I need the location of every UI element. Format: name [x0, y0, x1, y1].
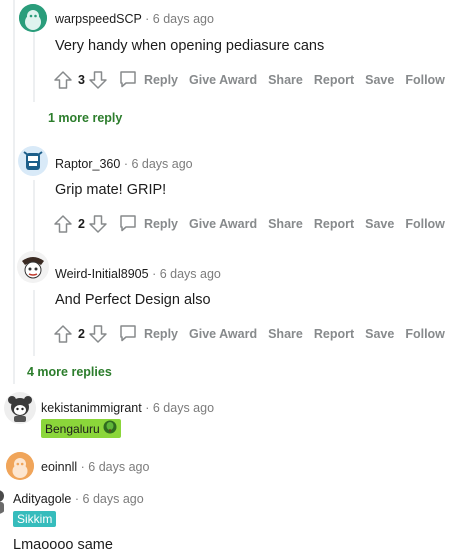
- downvote-icon[interactable]: [88, 214, 108, 234]
- meta-separator: ·: [152, 267, 157, 281]
- give-award-button[interactable]: Give Award: [189, 327, 257, 341]
- comment-author[interactable]: kekistanimmigrant: [41, 401, 142, 415]
- reply-button[interactable]: Reply: [118, 323, 178, 346]
- avatar[interactable]: [4, 392, 36, 424]
- meta-separator: ·: [123, 157, 128, 171]
- reply-bubble-icon: [118, 69, 144, 92]
- comment-meta: Raptor_360 · 6 days ago: [55, 157, 193, 171]
- meta-separator: ·: [80, 460, 85, 474]
- comment-body: Lmaoooo same: [13, 537, 113, 553]
- avatar[interactable]: [0, 488, 8, 514]
- comment-timestamp[interactable]: 6 days ago: [153, 12, 214, 26]
- save-button[interactable]: Save: [365, 327, 394, 341]
- tree-icon: [103, 420, 117, 437]
- comment-timestamp[interactable]: 6 days ago: [88, 460, 149, 474]
- report-button[interactable]: Report: [314, 327, 354, 341]
- comment-timestamp[interactable]: 6 days ago: [131, 157, 192, 171]
- flair-label: Bengaluru: [45, 421, 100, 436]
- comment-actions: 3 Reply Give Award Share Report Save Fol…: [53, 68, 445, 92]
- avatar[interactable]: [17, 251, 49, 283]
- comment-author[interactable]: eoinnll: [41, 460, 77, 474]
- comment-body: And Perfect Design also: [55, 292, 211, 308]
- give-award-button[interactable]: Give Award: [189, 73, 257, 87]
- thread-line-inner-2[interactable]: [33, 180, 35, 254]
- follow-button[interactable]: Follow: [405, 327, 445, 341]
- downvote-icon[interactable]: [88, 70, 108, 90]
- follow-button[interactable]: Follow: [405, 217, 445, 231]
- reply-label: Reply: [143, 73, 178, 87]
- comment-actions: 2 Reply Give Award Share Report Save Fol…: [53, 322, 445, 346]
- meta-separator: ·: [145, 12, 150, 26]
- comment-author[interactable]: Weird-Initial8905: [55, 267, 149, 281]
- comment-meta: warpspeedSCP · 6 days ago: [55, 12, 214, 26]
- user-flair: Bengaluru: [41, 419, 121, 438]
- comment-meta: Weird-Initial8905 · 6 days ago: [55, 267, 221, 281]
- meta-separator: ·: [145, 401, 150, 415]
- user-flair: Sikkim: [13, 511, 57, 527]
- thread-line-inner-3[interactable]: [33, 290, 35, 356]
- comment-meta: Adityagole · 6 days ago: [13, 492, 144, 506]
- thread-line-outer[interactable]: [13, 0, 15, 384]
- upvote-icon[interactable]: [53, 214, 73, 234]
- give-award-button[interactable]: Give Award: [189, 217, 257, 231]
- upvote-icon[interactable]: [53, 324, 73, 344]
- avatar[interactable]: [18, 146, 48, 176]
- comment-timestamp[interactable]: 6 days ago: [83, 492, 144, 506]
- comment-author[interactable]: warpspeedSCP: [55, 12, 142, 26]
- vote-score: 2: [78, 327, 85, 341]
- downvote-icon[interactable]: [88, 324, 108, 344]
- vote-score: 3: [78, 73, 85, 87]
- share-button[interactable]: Share: [268, 73, 303, 87]
- save-button[interactable]: Save: [365, 217, 394, 231]
- comment-timestamp[interactable]: 6 days ago: [153, 401, 214, 415]
- comment-meta: kekistanimmigrant · 6 days ago: [41, 401, 214, 415]
- more-replies-link[interactable]: 1 more reply: [48, 111, 122, 125]
- comment-body: Very handy when opening pediasure cans: [55, 38, 325, 54]
- reply-bubble-icon: [118, 213, 144, 236]
- comment-meta: eoinnll · 6 days ago: [41, 460, 149, 474]
- reply-button[interactable]: Reply: [118, 69, 178, 92]
- vote-score: 2: [78, 217, 85, 231]
- comment-timestamp[interactable]: 6 days ago: [160, 267, 221, 281]
- share-button[interactable]: Share: [268, 217, 303, 231]
- reply-button[interactable]: Reply: [118, 213, 178, 236]
- follow-button[interactable]: Follow: [405, 73, 445, 87]
- share-button[interactable]: Share: [268, 327, 303, 341]
- save-button[interactable]: Save: [365, 73, 394, 87]
- flair-label: Sikkim: [17, 512, 53, 526]
- reply-label: Reply: [143, 217, 178, 231]
- comment-author[interactable]: Raptor_360: [55, 157, 120, 171]
- avatar[interactable]: [19, 4, 47, 32]
- reply-bubble-icon: [118, 323, 144, 346]
- upvote-icon[interactable]: [53, 70, 73, 90]
- comment-body: Grip mate! GRIP!: [55, 182, 167, 198]
- more-replies-link[interactable]: 4 more replies: [27, 365, 112, 379]
- comment-author[interactable]: Adityagole: [13, 492, 71, 506]
- thread-line-inner[interactable]: [33, 30, 35, 102]
- comment-actions: 2 Reply Give Award Share Report Save Fol…: [53, 212, 445, 236]
- meta-separator: ·: [74, 492, 80, 506]
- avatar[interactable]: [6, 452, 34, 480]
- reply-label: Reply: [143, 327, 178, 341]
- report-button[interactable]: Report: [314, 73, 354, 87]
- report-button[interactable]: Report: [314, 217, 354, 231]
